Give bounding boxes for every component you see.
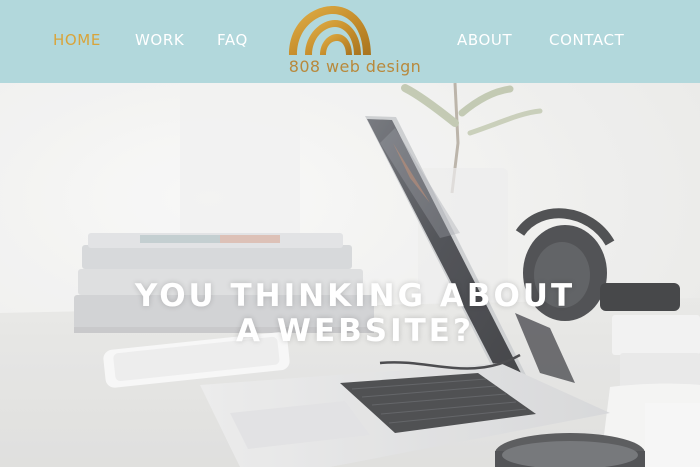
nav-faq-link[interactable]: FAQ — [217, 31, 248, 49]
hero-overlay — [0, 83, 700, 467]
nav-work-link[interactable]: WORK — [135, 31, 184, 49]
brand-logo-link[interactable]: 808 web design — [280, 2, 430, 80]
brand-name: 808 web design — [288, 57, 422, 76]
hero-headline: YOU THINKING ABOUT A WEBSITE? — [60, 279, 650, 349]
rainbow-arc-logo-icon — [289, 6, 371, 55]
site-header: HOME WORK FAQ 808 web design ABOUT CONTA… — [0, 0, 700, 83]
nav-home-link[interactable]: HOME — [53, 31, 101, 49]
hero-headline-line-2: A WEBSITE? — [236, 313, 474, 349]
hero-banner: YOU THINKING ABOUT A WEBSITE? — [0, 83, 700, 467]
nav-contact-link[interactable]: CONTACT — [549, 31, 624, 49]
nav-about-link[interactable]: ABOUT — [457, 31, 512, 49]
hero-headline-line-1: YOU THINKING ABOUT — [134, 278, 576, 314]
